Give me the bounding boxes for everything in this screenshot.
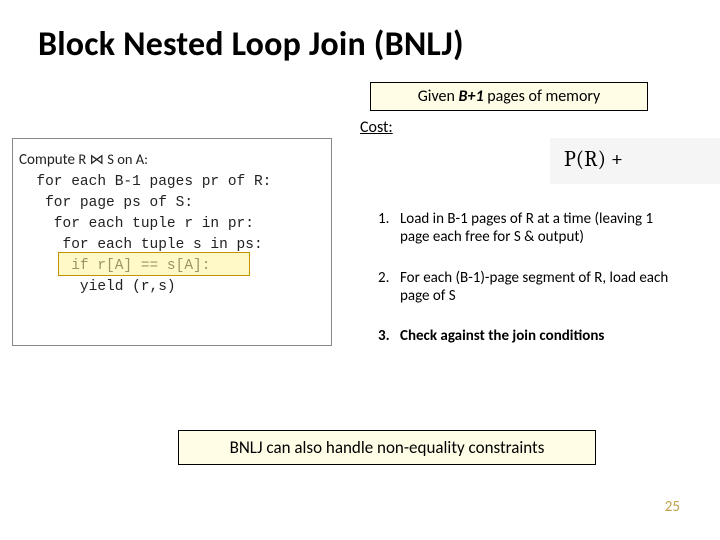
code-line-0b: R ⋈ S on A: xyxy=(78,150,148,168)
step-1: 1. Load in B-1 pages of R at a time (lea… xyxy=(378,210,672,247)
code-line-0a: Compute xyxy=(19,151,78,169)
given-b-plus-1: B+1 xyxy=(459,87,484,106)
memory-given-callout: Given B+1 pages of memory xyxy=(370,82,648,111)
code-highlight-join-condition xyxy=(58,252,250,276)
slide-title: Block Nested Loop Join (BNLJ) xyxy=(38,24,464,65)
steps-list: 1. Load in B-1 pages of R at a time (lea… xyxy=(378,210,672,367)
code-line-1: for each B-1 pages pr of R: xyxy=(19,174,271,190)
code-line-3: for each tuple r in pr: xyxy=(19,216,254,232)
footer-callout: BNLJ can also handle non-equality constr… xyxy=(178,430,596,465)
cost-label: Cost: xyxy=(360,118,393,137)
step-2-num: 2. xyxy=(378,269,400,306)
given-prefix: Given xyxy=(418,87,459,106)
step-3: 3. Check against the join conditions xyxy=(378,327,672,345)
pseudocode: Compute R ⋈ S on A: for each B-1 pages p… xyxy=(13,139,331,308)
step-3-num: 3. xyxy=(378,327,400,345)
step-1-num: 1. xyxy=(378,210,400,247)
code-line-6: yield (r,s) xyxy=(19,279,176,295)
code-line-2: for page ps of S: xyxy=(19,195,193,211)
cost-formula-fragment: P(R) + xyxy=(550,138,720,184)
step-2-text: For each (B-1)-page segment of R, load e… xyxy=(400,269,672,306)
code-line-4: for each tuple s in ps: xyxy=(19,237,263,253)
pseudocode-box: Compute R ⋈ S on A: for each B-1 pages p… xyxy=(12,138,332,346)
step-3-text: Check against the join conditions xyxy=(400,327,672,345)
slide: Block Nested Loop Join (BNLJ) Given B+1 … xyxy=(0,0,720,540)
step-2: 2. For each (B-1)-page segment of R, loa… xyxy=(378,269,672,306)
cost-formula-text: P(R) + xyxy=(564,146,623,172)
step-1-text: Load in B-1 pages of R at a time (leavin… xyxy=(400,210,672,247)
page-number: 25 xyxy=(665,498,680,516)
given-suffix: pages of memory xyxy=(484,87,601,106)
